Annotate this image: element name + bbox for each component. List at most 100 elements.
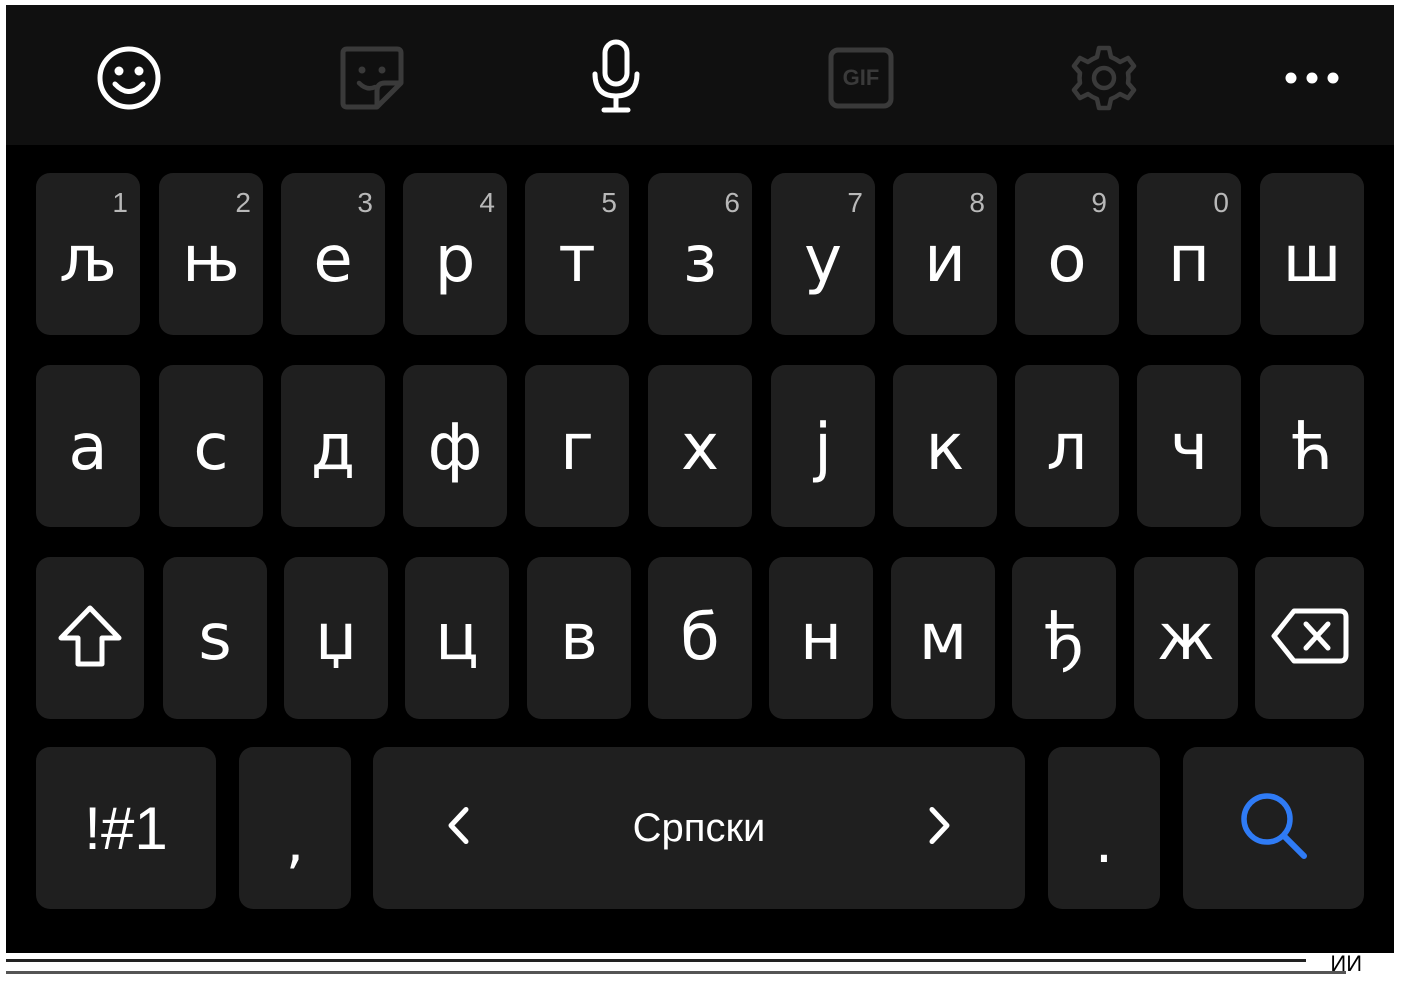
- key-nje[interactable]: 2 њ: [159, 173, 263, 335]
- sticker-button[interactable]: [327, 33, 417, 123]
- key-label: њ: [182, 223, 240, 297]
- gif-icon: GIF: [828, 47, 894, 109]
- key-el[interactable]: л: [1015, 365, 1119, 527]
- keyboard-toolbar: GIF: [6, 5, 1394, 145]
- chevron-right-icon[interactable]: [927, 806, 953, 851]
- key-o[interactable]: 9 о: [1015, 173, 1119, 335]
- gear-icon: [1070, 44, 1138, 112]
- key-ve[interactable]: в: [527, 557, 631, 719]
- key-label: ђ: [1044, 601, 1084, 675]
- key-label: к: [925, 411, 965, 485]
- key-ze[interactable]: 6 з: [648, 173, 752, 335]
- space-bar[interactable]: Српски: [373, 747, 1025, 909]
- key-label: ф: [427, 411, 483, 485]
- key-label: г: [560, 411, 594, 485]
- key-label: ж: [1157, 601, 1215, 675]
- key-number-hint: 8: [969, 187, 985, 218]
- settings-button[interactable]: [1059, 33, 1149, 123]
- microphone-icon: [588, 38, 644, 118]
- key-label: т: [558, 223, 596, 297]
- key-je[interactable]: ј: [771, 365, 875, 527]
- key-lje[interactable]: 1 љ: [36, 173, 140, 335]
- key-e[interactable]: 3 е: [281, 173, 385, 335]
- key-pe[interactable]: 0 п: [1137, 173, 1241, 335]
- key-i[interactable]: 8 и: [893, 173, 997, 335]
- symbols-key[interactable]: !#1: [36, 747, 216, 909]
- key-label: љ: [59, 223, 117, 297]
- key-label: ѕ: [198, 601, 232, 675]
- more-options-button[interactable]: [1267, 33, 1357, 123]
- sticker-icon: [337, 43, 407, 113]
- key-label: .: [1094, 808, 1114, 876]
- key-sha[interactable]: ш: [1260, 173, 1364, 335]
- emoji-icon: [96, 45, 162, 111]
- key-number-hint: 9: [1091, 187, 1107, 218]
- key-ka[interactable]: к: [893, 365, 997, 527]
- voice-input-button[interactable]: [571, 33, 661, 123]
- key-label: ц: [435, 601, 479, 675]
- key-label: м: [918, 601, 968, 675]
- language-label: Српски: [632, 805, 766, 850]
- key-dje[interactable]: ђ: [1012, 557, 1116, 719]
- key-label: ч: [1170, 411, 1208, 485]
- bottom-edge-strip: ИИ: [0, 953, 1402, 987]
- period-key[interactable]: .: [1048, 747, 1160, 909]
- key-te[interactable]: 5 т: [525, 173, 629, 335]
- key-label: џ: [315, 601, 357, 675]
- clipped-text-fragment: ИИ: [1330, 951, 1362, 976]
- key-be[interactable]: б: [648, 557, 752, 719]
- key-dzhe[interactable]: џ: [284, 557, 388, 719]
- key-label: ј: [814, 411, 832, 485]
- key-er[interactable]: 4 р: [403, 173, 507, 335]
- key-tse[interactable]: ц: [405, 557, 509, 719]
- keyboard: GIF 1 љ 2 њ 3 е 4 р 5 т 6 з 7 у 8 и 9 о …: [6, 5, 1394, 953]
- key-label: е: [313, 223, 353, 297]
- key-label: б: [680, 601, 720, 675]
- more-icon: [1284, 71, 1340, 85]
- symbols-key-label: !#1: [84, 794, 168, 862]
- key-number-hint: 4: [479, 187, 495, 218]
- key-che[interactable]: ч: [1137, 365, 1241, 527]
- key-label: о: [1047, 223, 1087, 297]
- chevron-left-icon[interactable]: [445, 806, 471, 851]
- key-ef[interactable]: ф: [403, 365, 507, 527]
- comma-key[interactable]: ,: [239, 747, 351, 909]
- key-de[interactable]: д: [281, 365, 385, 527]
- emoji-button[interactable]: [84, 33, 174, 123]
- key-number-hint: 0: [1213, 187, 1229, 218]
- key-label: д: [310, 411, 356, 485]
- key-label: а: [68, 411, 108, 485]
- key-number-hint: 5: [601, 187, 617, 218]
- divider: [6, 971, 1346, 974]
- gif-label: GIF: [842, 65, 880, 90]
- key-ge[interactable]: г: [525, 365, 629, 527]
- divider: [6, 959, 1306, 962]
- key-number-hint: 3: [357, 187, 373, 218]
- key-a[interactable]: а: [36, 365, 140, 527]
- key-label: п: [1168, 223, 1210, 297]
- search-key[interactable]: [1183, 747, 1364, 909]
- key-zhe[interactable]: ж: [1134, 557, 1238, 719]
- key-es[interactable]: с: [159, 365, 263, 527]
- gif-button[interactable]: GIF: [816, 33, 906, 123]
- key-label: ћ: [1291, 411, 1333, 485]
- key-number-hint: 2: [235, 187, 251, 218]
- key-label: х: [681, 411, 719, 485]
- shift-key[interactable]: [36, 557, 144, 719]
- key-ha[interactable]: х: [648, 365, 752, 527]
- backspace-key[interactable]: [1255, 557, 1364, 719]
- shift-icon: [57, 603, 123, 674]
- key-label: с: [193, 411, 229, 485]
- key-number-hint: 7: [847, 187, 863, 218]
- key-number-hint: 6: [724, 187, 740, 218]
- key-label: у: [804, 223, 842, 297]
- key-tshe[interactable]: ћ: [1260, 365, 1364, 527]
- search-icon: [1238, 790, 1310, 867]
- key-u[interactable]: 7 у: [771, 173, 875, 335]
- key-em[interactable]: м: [891, 557, 995, 719]
- key-label: л: [1046, 411, 1088, 485]
- key-label: и: [924, 223, 966, 297]
- key-dze[interactable]: ѕ: [163, 557, 267, 719]
- key-label: в: [560, 601, 598, 675]
- key-en[interactable]: н: [769, 557, 873, 719]
